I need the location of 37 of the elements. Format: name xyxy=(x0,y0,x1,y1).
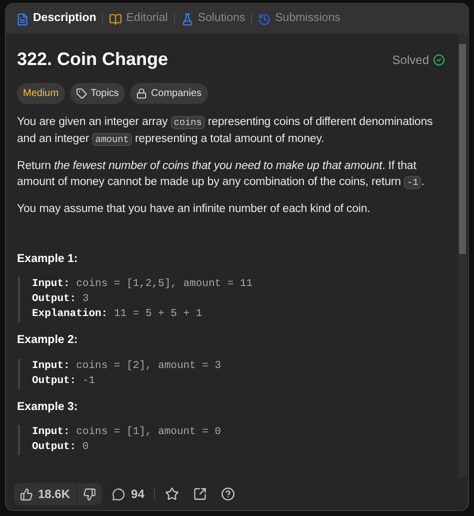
comments-button[interactable]: 94 xyxy=(112,485,144,503)
description-paragraph: You may assume that you have an infinite number of each kind of coin. xyxy=(17,202,372,217)
tag-button[interactable]: Topics xyxy=(70,83,125,104)
example-title: Example 3: xyxy=(17,400,79,414)
book-icon xyxy=(109,12,122,26)
tab[interactable]: Description xyxy=(16,10,96,28)
example-line: Explanation: 11 = 5 + 5 + 1 xyxy=(32,307,204,322)
example-line: Output: 0 xyxy=(32,440,90,455)
thumbs-up-icon xyxy=(20,488,33,500)
lock-icon xyxy=(136,88,147,99)
share-icon[interactable] xyxy=(193,487,208,501)
example-line: Output: 3 xyxy=(32,292,90,308)
star-icon[interactable] xyxy=(165,487,180,501)
description-paragraph: You are given an integer array coins representing coins of different denominations and an integer amount representing a total amount of money. xyxy=(17,115,434,148)
description-paragraph: Return the fewest number of coins that you need to make up that amount. If that amount of money cannot be made up by any combination of the coins, return -1 . xyxy=(17,159,426,191)
problem-title: 322. Coin Change xyxy=(17,48,168,71)
description-icon xyxy=(16,12,29,26)
history-icon xyxy=(258,12,272,26)
tab[interactable]: Editorial xyxy=(109,10,168,28)
example-line: Input: coins = [1,2,5], amount = 11 xyxy=(32,277,254,292)
example-title: Example 1: xyxy=(17,252,79,267)
tag-icon xyxy=(76,88,87,99)
help-icon[interactable] xyxy=(221,487,236,501)
example-line: Input: coins = [2], amount = 3 xyxy=(32,358,222,374)
flask-icon xyxy=(180,12,194,26)
solved-status: Solved xyxy=(392,52,429,68)
check-icon xyxy=(433,54,445,66)
tab[interactable]: Solutions xyxy=(180,10,246,28)
difficulty-tag: Medium xyxy=(17,83,65,104)
tag-button[interactable]: Companies xyxy=(130,83,208,104)
thumbs-down-icon xyxy=(83,488,96,500)
comment-icon xyxy=(112,488,126,500)
tab[interactable]: Submissions xyxy=(258,10,340,28)
example-line: Input: coins = [1], amount = 0 xyxy=(32,424,222,440)
scrollbar-thumb[interactable] xyxy=(459,44,466,254)
example-title: Example 2: xyxy=(17,333,79,348)
example-line: Output: -1 xyxy=(32,374,96,388)
